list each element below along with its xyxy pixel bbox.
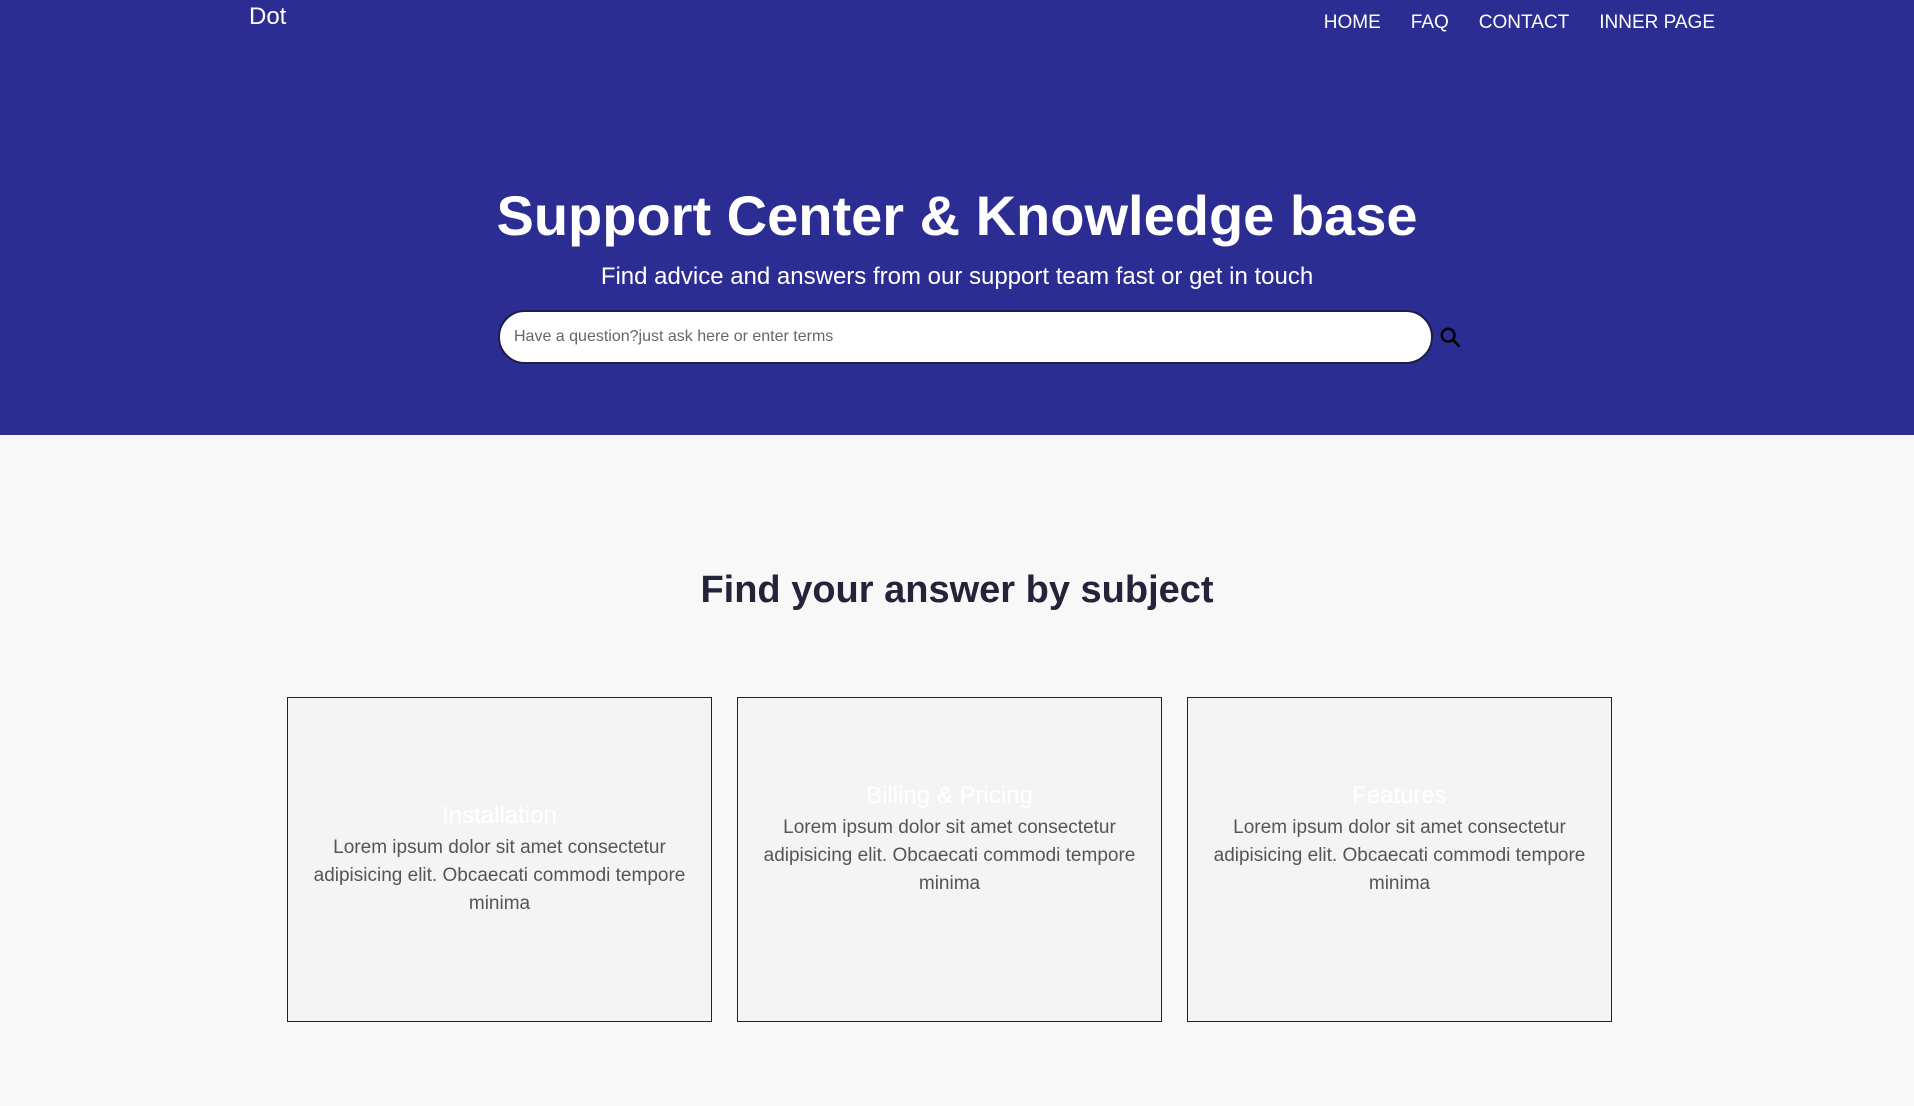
subject-card-features[interactable]: Features Lorem ipsum dolor sit amet cons…: [1187, 697, 1612, 1022]
main-nav: HOME FAQ CONTACT INNER PAGE: [1324, 12, 1715, 34]
hero-title: Support Center & Knowledge base: [496, 184, 1418, 247]
brand-logo[interactable]: Dot: [249, 3, 286, 31]
card-text: Lorem ipsum dolor sit amet consectetur a…: [1213, 816, 1586, 894]
search-button[interactable]: [1436, 324, 1463, 351]
search-icon: [1440, 327, 1460, 347]
search-bar: [498, 310, 1463, 364]
card-title: Features: [1352, 781, 1447, 809]
section-title: Find your answer by subject: [700, 569, 1214, 611]
nav-inner-page[interactable]: INNER PAGE: [1599, 12, 1715, 34]
card-title: Installation: [442, 801, 557, 829]
nav-contact[interactable]: CONTACT: [1479, 12, 1569, 34]
card-text: Lorem ipsum dolor sit amet consectetur a…: [763, 816, 1136, 894]
nav-faq[interactable]: FAQ: [1411, 12, 1449, 34]
nav-home[interactable]: HOME: [1324, 12, 1381, 34]
card-text: Lorem ipsum dolor sit amet consectetur a…: [313, 836, 686, 914]
hero-section: Dot HOME FAQ CONTACT INNER PAGE Support …: [0, 0, 1914, 435]
subject-card-billing-pricing[interactable]: Billing & Pricing Lorem ipsum dolor sit …: [737, 697, 1162, 1022]
hero-subtitle: Find advice and answers from our support…: [600, 263, 1314, 290]
card-title: Billing & Pricing: [866, 781, 1033, 809]
subject-card-installation[interactable]: Installation Lorem ipsum dolor sit amet …: [287, 697, 712, 1022]
search-input[interactable]: [498, 310, 1434, 364]
